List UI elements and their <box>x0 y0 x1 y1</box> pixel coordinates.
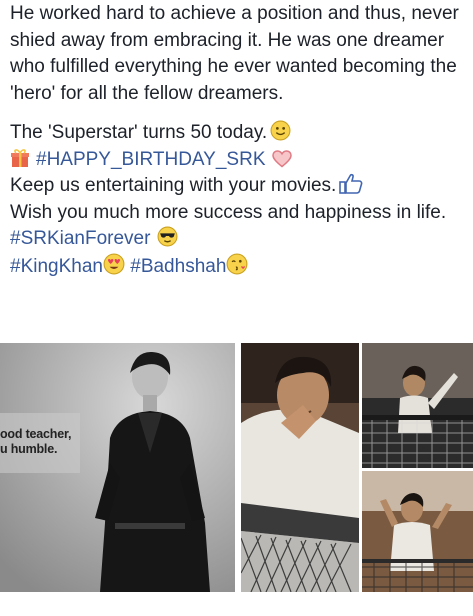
thumbs-up-icon <box>339 173 363 194</box>
wish-line: Wish you much more success and happiness… <box>10 200 468 227</box>
photo-srk-greeting-image <box>362 471 473 592</box>
post-paragraph-text: He worked hard to achieve a position and… <box>10 3 459 104</box>
photo-srk-black-white[interactable]: ood teacher, u humble. <box>0 343 235 592</box>
photo-grid[interactable]: ood teacher, u humble. <box>0 343 473 592</box>
photo-srk-balcony-image <box>241 343 359 592</box>
hashtag-badhshah-link[interactable]: #Badhshah <box>130 256 226 277</box>
photo-srk-portrait-image <box>0 343 235 592</box>
blowing-kiss-face-icon <box>226 253 248 275</box>
heart-icon <box>271 149 292 168</box>
post-paragraph: He worked hard to achieve a position and… <box>10 0 468 107</box>
hashtag-srkianforever-link[interactable]: #SRKianForever <box>10 228 150 249</box>
gift-icon <box>10 148 30 168</box>
photo-quote-line-1: ood teacher, <box>0 427 72 441</box>
photo-srk-blowing-kiss[interactable] <box>241 343 359 592</box>
superstar-text: The 'Superstar' turns 50 today. <box>10 122 268 143</box>
wish-text: Wish you much more success and happiness… <box>10 201 447 223</box>
forever-line: #SRKianForever <box>10 226 468 253</box>
hashtag-happy-birthday-link[interactable]: #HAPPY_BIRTHDAY_SRK <box>36 149 266 170</box>
photo-srk-greeting-fans[interactable] <box>362 471 473 592</box>
entertaining-line: Keep us entertaining with your movies. <box>10 173 468 200</box>
post-text: He worked hard to achieve a position and… <box>10 0 468 280</box>
sunglasses-face-icon <box>157 226 178 247</box>
superstar-line: The 'Superstar' turns 50 today. <box>10 120 468 147</box>
heart-eyes-face-icon <box>103 253 125 275</box>
hashtag-kingkhan-link[interactable]: #KingKhan <box>10 256 103 277</box>
photo-srk-balcony-wave[interactable] <box>362 343 473 468</box>
photo-quote-text: ood teacher, u humble. <box>0 427 71 457</box>
photo-quote-line-2: u humble. <box>0 442 58 456</box>
birthday-line: #HAPPY_BIRTHDAY_SRK <box>10 147 468 174</box>
entertaining-text: Keep us entertaining with your movies. <box>10 175 337 196</box>
kingkhan-line: #KingKhan #Badhshah <box>10 253 468 281</box>
photo-srk-wave-image <box>362 343 473 468</box>
smiley-face-icon <box>270 120 291 141</box>
